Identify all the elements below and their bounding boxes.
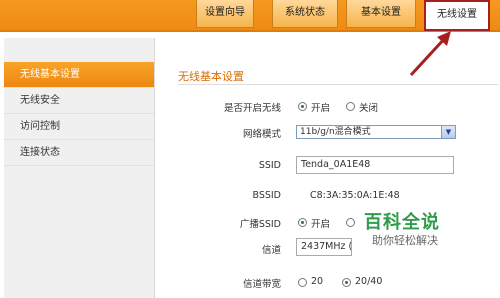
enable-wireless-off-label: 关闭 bbox=[359, 103, 379, 114]
broadcast-ssid-off-radio[interactable] bbox=[346, 218, 355, 227]
enable-wireless-label: 是否开启无线 bbox=[223, 103, 281, 114]
broadcast-ssid-label: 广播SSID bbox=[239, 219, 281, 230]
watermark: 百科全说 助你轻松解决 bbox=[364, 212, 440, 248]
network-mode-label: 网络模式 bbox=[242, 129, 281, 140]
enable-wireless-on-radio[interactable] bbox=[298, 102, 307, 111]
ssid-label: SSID bbox=[258, 160, 281, 171]
ssid-input[interactable]: Tenda_0A1E48 bbox=[296, 156, 454, 174]
broadcast-ssid-on-radio[interactable] bbox=[298, 218, 307, 227]
sidebar-item-wireless-basic[interactable]: 无线基本设置 bbox=[4, 62, 154, 88]
network-mode-select[interactable]: 11b/g/n混合模式 ▼ bbox=[296, 125, 456, 139]
network-mode-value: 11b/g/n混合模式 bbox=[300, 127, 371, 137]
section-divider bbox=[178, 84, 498, 85]
sidebar-item-connection-status[interactable]: 连接状态 bbox=[4, 140, 154, 166]
bssid-value: C8:3A:35:0A:1E:48 bbox=[310, 190, 400, 201]
bandwidth-2040-radio[interactable] bbox=[342, 278, 351, 287]
sidebar-item-access-control[interactable]: 访问控制 bbox=[4, 114, 154, 140]
watermark-title: 百科全说 bbox=[364, 212, 440, 233]
section-title: 无线基本设置 bbox=[178, 70, 244, 83]
bandwidth-2040-label: 20/40 bbox=[355, 276, 383, 287]
main-content: 无线基本设置 是否开启无线 开启 关闭 网络模式 11b/g/n混合模式 ▼ S… bbox=[156, 38, 500, 290]
sidebar-item-wireless-security[interactable]: 无线安全 bbox=[4, 88, 154, 114]
sidebar: 无线基本设置 无线安全 访问控制 连接状态 bbox=[4, 38, 155, 298]
chevron-down-icon: ▼ bbox=[441, 126, 455, 138]
enable-wireless-off-radio[interactable] bbox=[346, 102, 355, 111]
bandwidth-20-radio[interactable] bbox=[298, 278, 307, 287]
watermark-subtitle: 助你轻松解决 bbox=[372, 234, 438, 247]
bssid-label: BSSID bbox=[252, 190, 281, 201]
channel-select[interactable]: 2437MHz (Ch bbox=[296, 238, 352, 256]
enable-wireless-on-label: 开启 bbox=[311, 103, 331, 114]
broadcast-ssid-on-label: 开启 bbox=[311, 219, 331, 230]
channel-label: 信道 bbox=[261, 245, 281, 256]
bandwidth-20-label: 20 bbox=[311, 276, 324, 287]
